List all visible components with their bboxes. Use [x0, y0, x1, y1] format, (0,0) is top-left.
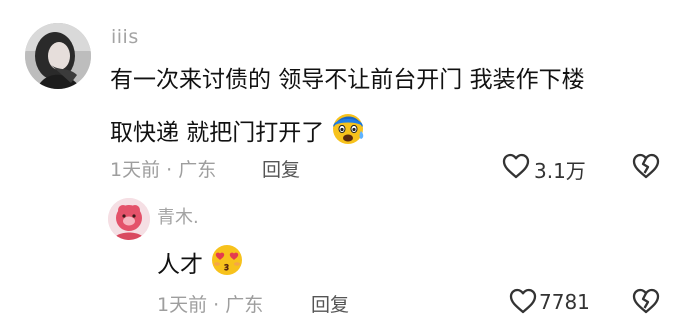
- comment-text-line-1: 有一次来讨债的 领导不让前台开门 我装作下楼: [110, 67, 585, 93]
- heart-eyes-kiss-emoji-icon: [209, 243, 245, 284]
- heart-outline-icon: [509, 288, 537, 314]
- reply-meta: 1天前 · 广东: [157, 294, 264, 316]
- like-button[interactable]: [501, 152, 531, 184]
- cold-sweat-emoji-icon: [330, 111, 366, 152]
- comment-username[interactable]: iiis: [111, 26, 139, 48]
- broken-heart-icon: [632, 288, 660, 314]
- reply-like-count: 7781: [539, 290, 590, 314]
- broken-heart-icon: [632, 153, 660, 179]
- reply-dislike-button[interactable]: [631, 287, 661, 319]
- dislike-button[interactable]: [631, 152, 661, 184]
- reply-text: 人才: [157, 252, 203, 278]
- reply-text-wrapper: 人才: [157, 245, 245, 286]
- comment-text-line-2-wrapper: 取快递 就把门打开了: [110, 113, 366, 154]
- reply-avatar[interactable]: [108, 198, 150, 240]
- avatar-photo: [108, 198, 150, 240]
- reply-reply-button[interactable]: 回复: [311, 290, 349, 317]
- reply-button[interactable]: 回复: [262, 155, 300, 182]
- reply-username[interactable]: 青木.: [157, 203, 199, 229]
- comment-text-line-2: 取快递 就把门打开了: [110, 120, 325, 146]
- like-count: 3.1万: [534, 159, 586, 183]
- heart-outline-icon: [502, 153, 530, 179]
- avatar[interactable]: [25, 23, 91, 89]
- comment-meta: 1天前 · 广东: [110, 159, 217, 181]
- avatar-photo: [25, 23, 91, 89]
- reply-like-button[interactable]: [508, 287, 538, 319]
